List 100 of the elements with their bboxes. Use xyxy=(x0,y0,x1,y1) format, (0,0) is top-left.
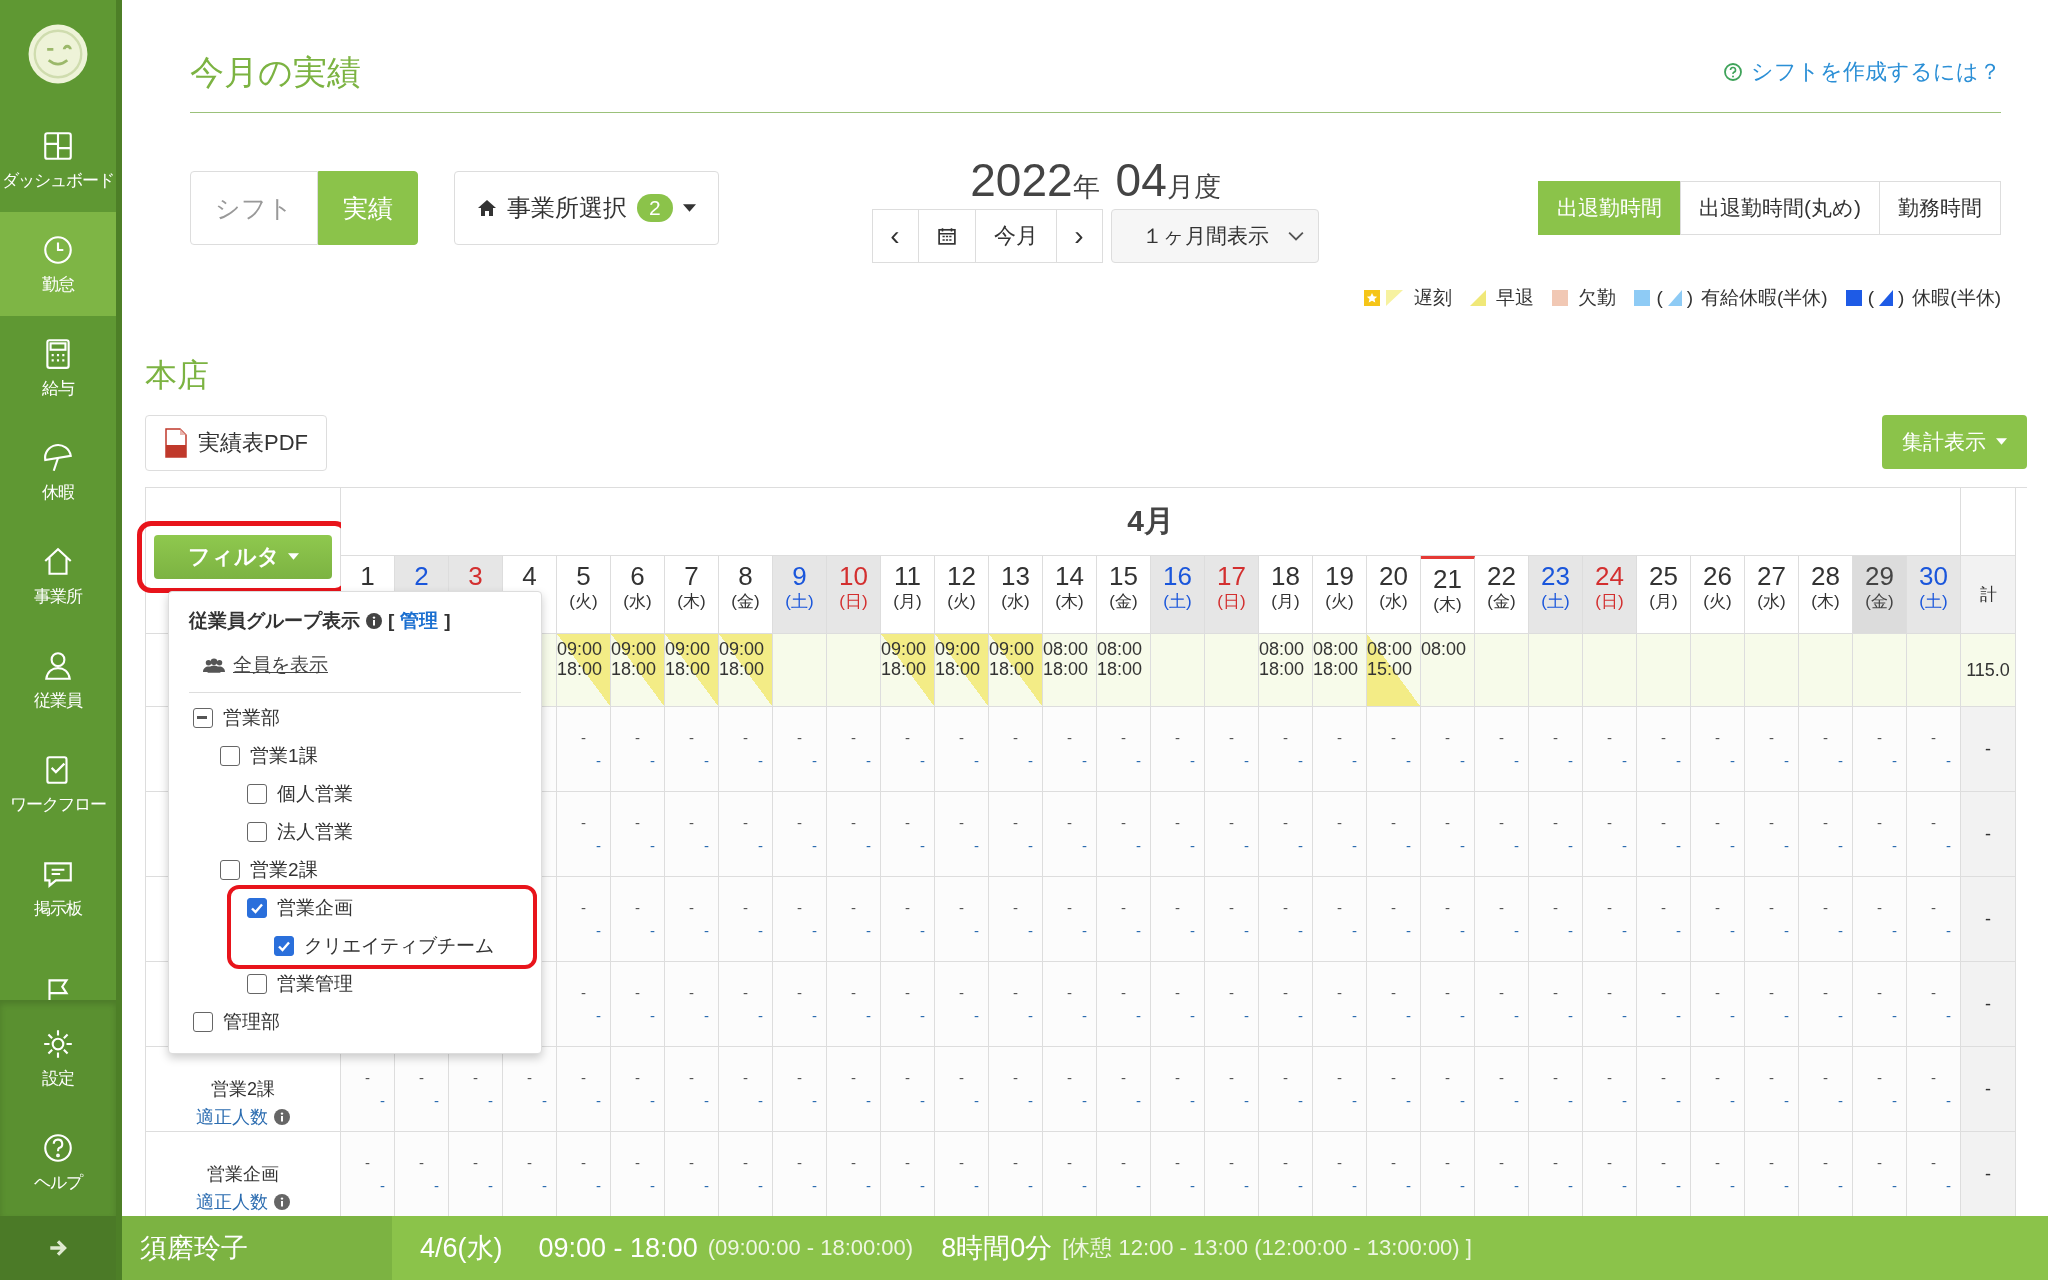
count-value: - xyxy=(1769,984,1774,1001)
manage-link[interactable]: 管理 xyxy=(400,608,439,634)
count-value: - xyxy=(797,899,802,916)
count-value: - xyxy=(1337,1154,1342,1171)
count-value: - xyxy=(851,729,856,746)
checkbox[interactable] xyxy=(193,708,213,728)
time-cell[interactable] xyxy=(1745,634,1799,707)
required-value: - xyxy=(1892,752,1897,769)
required-value: - xyxy=(866,1007,871,1024)
required-value: - xyxy=(1460,752,1465,769)
required-value: - xyxy=(812,922,817,939)
required-value: - xyxy=(866,837,871,854)
help-link[interactable]: シフトを作成するには？ xyxy=(1723,57,2001,87)
time-cell[interactable]: 09:00 18:00 xyxy=(989,634,1043,707)
required-value: - xyxy=(1568,922,1573,939)
required-value: - xyxy=(1838,922,1843,939)
early-leave-marker-icon xyxy=(1468,288,1489,308)
required-value: - xyxy=(1568,1092,1573,1109)
range-select[interactable]: １ヶ月間表示 xyxy=(1110,209,1319,263)
sidebar-item[interactable]: 設定 xyxy=(0,1006,116,1110)
group-name: 営業企画 xyxy=(207,1163,279,1186)
time-cell[interactable]: 08:00 18:00 xyxy=(1313,634,1367,707)
time-cell[interactable]: 09:00 18:00 xyxy=(935,634,989,707)
count-value: - xyxy=(1067,984,1072,1001)
time-cell[interactable]: 09:00 18:00 xyxy=(665,634,719,707)
this-month-button[interactable]: 今月 xyxy=(974,209,1057,263)
count-value: - xyxy=(1769,814,1774,831)
required-value: - xyxy=(434,1092,439,1109)
time-cell[interactable] xyxy=(1637,634,1691,707)
required-value: - xyxy=(812,837,817,854)
checkbox[interactable] xyxy=(247,822,267,842)
count-value: - xyxy=(1499,1154,1504,1171)
office-select-button[interactable]: 事業所選択 2 xyxy=(454,171,719,245)
count-value: - xyxy=(1877,1154,1882,1171)
time-cell[interactable] xyxy=(1691,634,1745,707)
time-cell[interactable] xyxy=(1907,634,1961,707)
time-cell[interactable] xyxy=(773,634,827,707)
required-value: - xyxy=(1622,1092,1627,1109)
required-count-link[interactable]: 適正人数 xyxy=(196,1190,268,1214)
pdf-button[interactable]: 実績表PDF xyxy=(145,415,327,471)
count-value: - xyxy=(797,1154,802,1171)
count-value: - xyxy=(1121,1154,1126,1171)
time-cell[interactable] xyxy=(827,634,881,707)
count-value: - xyxy=(1715,899,1720,916)
required-value: - xyxy=(1244,1092,1249,1109)
count-value: - xyxy=(1283,984,1288,1001)
required-value: - xyxy=(758,1092,763,1109)
time-cell[interactable] xyxy=(1151,634,1205,707)
checkbox[interactable] xyxy=(247,974,267,994)
day-header: 23 (土) xyxy=(1529,556,1583,634)
checkbox[interactable] xyxy=(247,898,267,918)
next-button[interactable]: › xyxy=(1055,209,1103,263)
required-count-link[interactable]: 適正人数 xyxy=(196,1105,268,1129)
count-value: - xyxy=(527,1154,532,1171)
time-cell[interactable]: 08:00 xyxy=(1421,634,1475,707)
required-value: - xyxy=(974,922,979,939)
required-value: - xyxy=(650,837,655,854)
checkbox[interactable] xyxy=(247,784,267,804)
count-value: - xyxy=(473,1069,478,1086)
paid-leave-marker-icon xyxy=(1632,288,1653,308)
required-value: - xyxy=(758,1177,763,1194)
required-value: - xyxy=(758,1007,763,1024)
time-cell[interactable] xyxy=(1853,634,1907,707)
time-cell[interactable]: 09:00 18:00 xyxy=(611,634,665,707)
time-cell[interactable]: 09:00 18:00 xyxy=(719,634,773,707)
day-header: 14 (木) xyxy=(1043,556,1097,634)
count-value: - xyxy=(1823,1154,1828,1171)
required-value: - xyxy=(758,837,763,854)
time-cell[interactable] xyxy=(1205,634,1259,707)
required-value: - xyxy=(1730,752,1735,769)
day-header: 12 (火) xyxy=(935,556,989,634)
checkbox[interactable] xyxy=(274,936,294,956)
time-cell[interactable]: 09:00 18:00 xyxy=(881,634,935,707)
required-value: - xyxy=(1082,837,1087,854)
time-cell[interactable]: 08:00 18:00 xyxy=(1259,634,1313,707)
checkbox[interactable] xyxy=(193,1012,213,1032)
time-cell[interactable]: 08:00 15:00 xyxy=(1367,634,1421,707)
sidebar-item[interactable]: ヘルプ xyxy=(0,1110,116,1214)
time-cell[interactable] xyxy=(1475,634,1529,707)
count-value: - xyxy=(905,814,910,831)
time-cell[interactable] xyxy=(1583,634,1637,707)
time-cell[interactable]: 08:00 18:00 xyxy=(1097,634,1151,707)
checkbox[interactable] xyxy=(220,746,240,766)
count-value: - xyxy=(1067,899,1072,916)
count-value: - xyxy=(1661,899,1666,916)
count-value: - xyxy=(1931,1069,1936,1086)
previous-button[interactable]: ‹ xyxy=(871,209,919,263)
required-value: - xyxy=(920,1007,925,1024)
required-value: - xyxy=(1514,752,1519,769)
time-mode-tab[interactable]: 勤務時間 xyxy=(1879,181,2001,235)
time-mode-tab[interactable]: 出退勤時間(丸め) xyxy=(1680,181,1880,235)
required-value: - xyxy=(1514,1007,1519,1024)
time-cell[interactable]: 09:00 18:00 xyxy=(557,634,611,707)
checkbox[interactable] xyxy=(220,860,240,880)
calendar-button[interactable] xyxy=(917,209,976,263)
time-cell[interactable] xyxy=(1799,634,1853,707)
time-cell[interactable]: 08:00 18:00 xyxy=(1043,634,1097,707)
time-cell[interactable] xyxy=(1529,634,1583,707)
day-header: 19 (火) xyxy=(1313,556,1367,634)
count-value: - xyxy=(959,1154,964,1171)
